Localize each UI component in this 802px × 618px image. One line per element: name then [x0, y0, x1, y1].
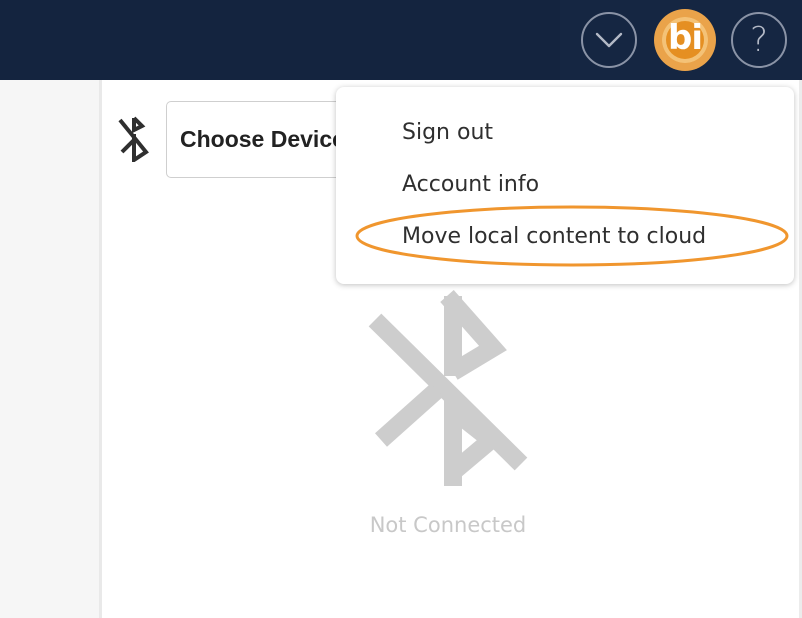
- avatar-initials: bi: [668, 18, 703, 58]
- chevron-down-icon: [595, 32, 623, 48]
- left-pane: [0, 80, 99, 618]
- help-button[interactable]: ?: [731, 12, 787, 68]
- menu-item-sign-out[interactable]: Sign out: [402, 120, 493, 145]
- connection-status: Not Connected: [369, 513, 527, 537]
- menu-toggle-button[interactable]: [581, 12, 637, 68]
- device-select-label: Choose Device: [180, 126, 345, 152]
- pane-divider: [99, 80, 102, 618]
- help-icon: ?: [749, 20, 769, 60]
- avatar-button[interactable]: bi: [654, 9, 716, 71]
- bluetooth-disabled-icon: [118, 116, 149, 162]
- highlight-ellipse: [355, 205, 789, 267]
- bluetooth-disabled-large-icon: [368, 290, 528, 486]
- avatar: bi: [662, 17, 708, 63]
- menu-item-account-info[interactable]: Account info: [402, 172, 539, 197]
